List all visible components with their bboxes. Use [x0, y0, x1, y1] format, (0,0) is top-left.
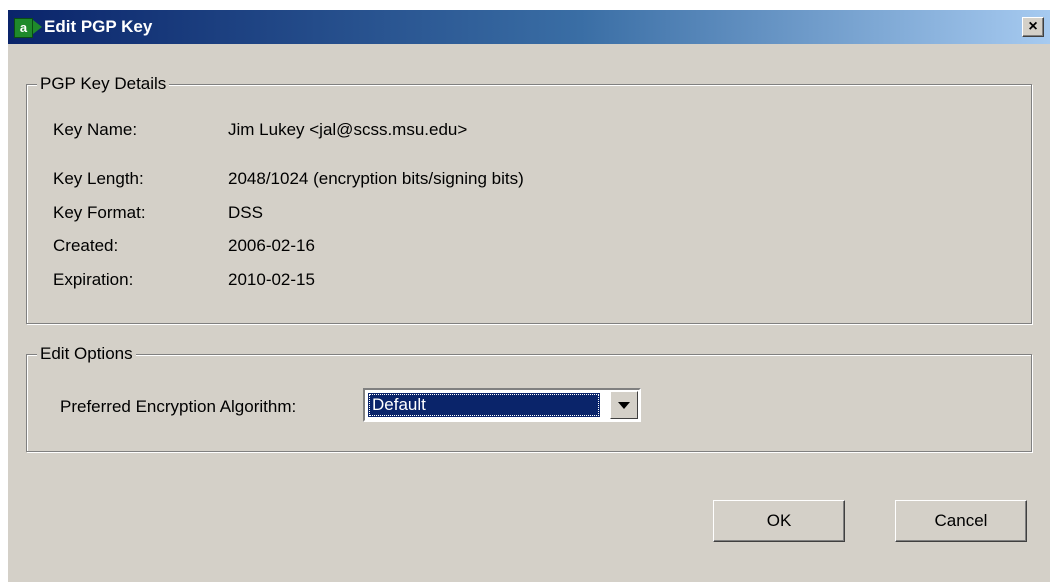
- created-label: Created:: [53, 236, 119, 255]
- key-format-value: DSS: [228, 203, 263, 222]
- app-icon: a: [14, 18, 33, 38]
- app-arrow-icon: [33, 20, 42, 34]
- created-value: 2006-02-16: [228, 236, 315, 255]
- encryption-algorithm-select[interactable]: Default: [363, 388, 641, 422]
- key-length-label: Key Length:: [53, 169, 144, 188]
- key-name-label: Key Name:: [53, 120, 138, 139]
- key-name-value: Jim Lukey <jal@scss.msu.edu>: [228, 120, 468, 139]
- dropdown-button[interactable]: [610, 391, 638, 419]
- pgp-key-details-legend: PGP Key Details: [37, 74, 170, 94]
- encryption-algorithm-value[interactable]: Default: [368, 393, 600, 417]
- edit-pgp-key-dialog: a Edit PGP Key × PGP Key Details Key Nam…: [8, 10, 1050, 582]
- key-length-value: 2048/1024 (encryption bits/signing bits): [228, 169, 524, 188]
- algorithm-label: Preferred Encryption Algorithm:: [60, 397, 297, 416]
- chevron-down-icon: [618, 402, 630, 409]
- pgp-key-details-group: PGP Key Details: [26, 74, 1032, 324]
- edit-options-legend: Edit Options: [37, 344, 136, 364]
- close-button[interactable]: ×: [1022, 17, 1044, 37]
- expiration-value: 2010-02-15: [228, 270, 315, 289]
- cancel-button[interactable]: Cancel: [895, 500, 1027, 542]
- title-bar[interactable]: a Edit PGP Key ×: [8, 10, 1050, 44]
- key-format-label: Key Format:: [53, 203, 146, 222]
- ok-button[interactable]: OK: [713, 500, 845, 542]
- expiration-label: Expiration:: [53, 270, 134, 289]
- window-title: Edit PGP Key: [44, 17, 153, 36]
